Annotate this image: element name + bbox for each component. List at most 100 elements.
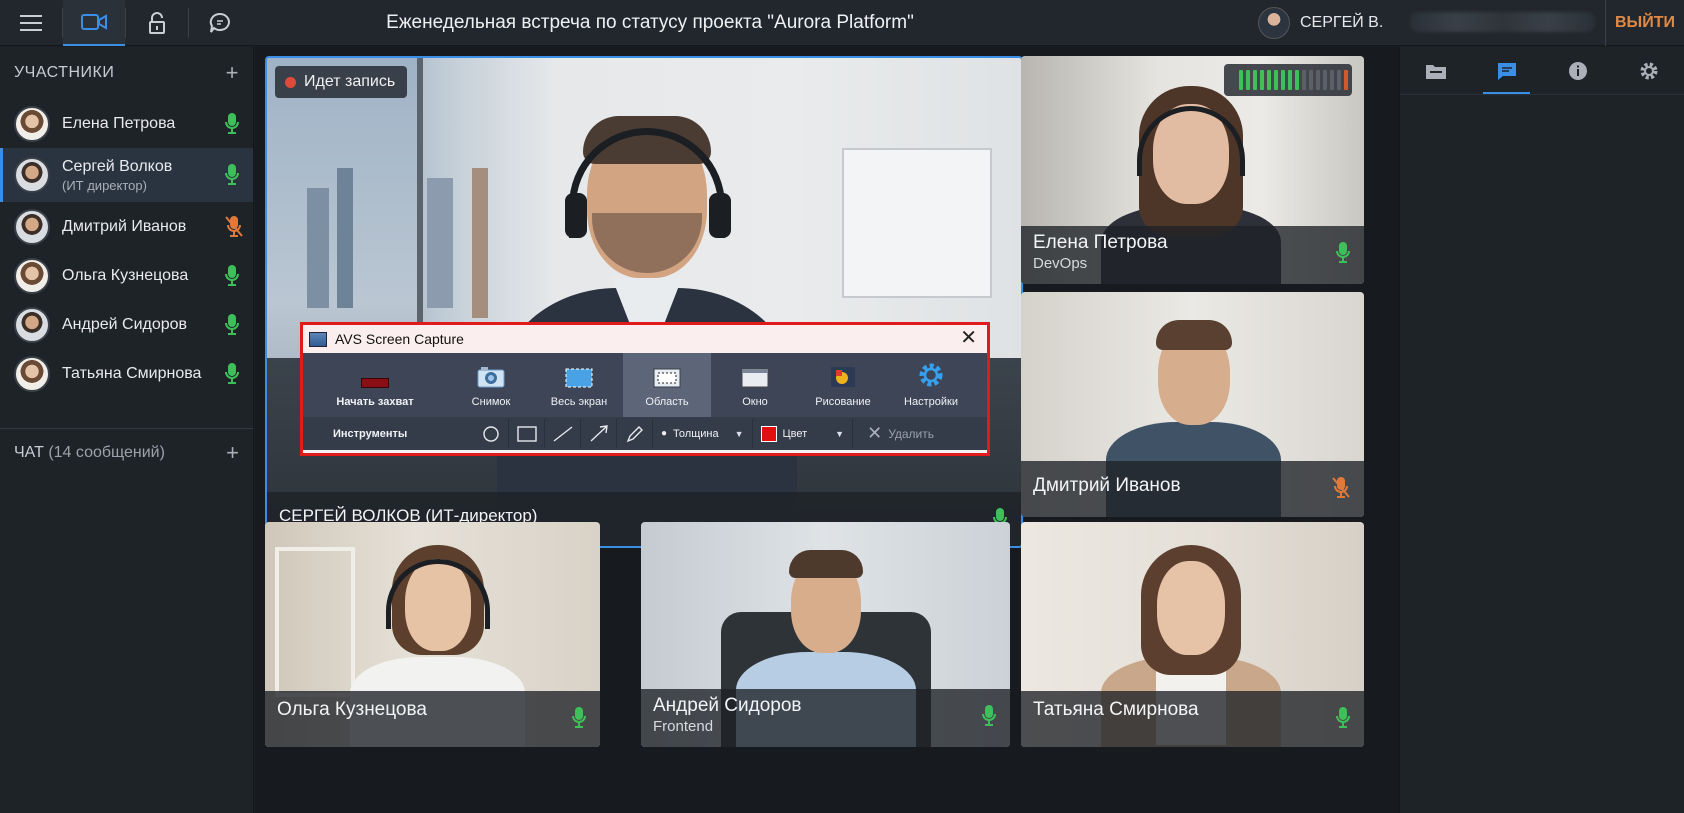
avatar <box>14 157 50 193</box>
close-icon[interactable]: ✕ <box>960 328 977 348</box>
video-tile[interactable]: Татьяна Смирнова <box>1021 522 1364 747</box>
tile-name: Елена Петрова <box>1033 232 1168 253</box>
arrow-icon <box>590 424 608 442</box>
tile-name: Ольга Кузнецова <box>277 699 427 720</box>
participant-item[interactable]: Татьяна Смирнова <box>0 349 253 398</box>
chat-bubble-button[interactable] <box>189 0 251 46</box>
participant-name: Елена Петрова <box>62 114 176 132</box>
avatar <box>14 306 50 343</box>
rectangle-icon <box>516 425 537 442</box>
participant-item[interactable]: Ольга Кузнецова <box>0 251 253 300</box>
record-icon <box>361 378 389 388</box>
video-tile[interactable]: Андрей Сидоров Frontend <box>641 522 1010 747</box>
participant-text: Елена Петрова <box>62 115 225 133</box>
user-name: СЕРГЕЙ В. <box>1300 14 1384 31</box>
settings-button[interactable]: Настройки <box>887 353 975 417</box>
user-menu[interactable]: СЕРГЕЙ В. <box>1258 7 1384 39</box>
mic-muted-icon[interactable] <box>225 215 243 238</box>
tile-name: Андрей Сидоров <box>653 695 802 716</box>
drawing-icon <box>831 367 855 387</box>
chat-header[interactable]: ЧАТ (14 сообщений) + <box>0 429 253 477</box>
mic-on-icon[interactable] <box>225 264 239 287</box>
tab-files[interactable] <box>1400 47 1471 94</box>
participant-name: Андрей Сидоров <box>62 315 188 333</box>
video-camera-button[interactable] <box>63 0 125 46</box>
main-video-tile[interactable]: Идет запись СЕРГЕЙ ВОЛКОВ (ИТ-директор) <box>265 56 1023 548</box>
snapshot-button[interactable]: Снимок <box>447 353 535 417</box>
delete-button[interactable]: ✕ Удалить <box>853 419 942 448</box>
drawing-label: Рисование <box>815 396 871 408</box>
participant-name: Сергей Волков <box>62 157 173 175</box>
volume-bar <box>1267 70 1271 90</box>
pencil-icon <box>626 425 643 442</box>
avatar <box>14 257 50 294</box>
participant-text: Ольга Кузнецова <box>62 267 225 285</box>
tab-info[interactable] <box>1542 47 1613 94</box>
participant-name: Дмитрий Иванов <box>62 217 187 235</box>
ellipse-tool[interactable] <box>473 419 509 448</box>
menu-button[interactable] <box>0 0 62 46</box>
video-tile[interactable]: Ольга Кузнецова <box>265 522 600 747</box>
chat-bubble-icon <box>209 12 230 33</box>
region-button[interactable]: Область <box>623 353 711 417</box>
window-button[interactable]: Окно <box>711 353 799 417</box>
menu-icon <box>20 15 42 31</box>
tab-settings[interactable] <box>1613 47 1684 94</box>
participant-item[interactable]: Сергей Волков (ИТ директор) <box>0 148 253 202</box>
volume-meter <box>1224 64 1352 96</box>
tile-name: Дмитрий Иванов <box>1033 475 1181 496</box>
color-swatch <box>760 425 777 442</box>
right-panel-tabs <box>1400 47 1684 95</box>
right-panel <box>1399 47 1684 813</box>
participant-item[interactable]: Дмитрий Иванов <box>0 202 253 251</box>
exit-button[interactable]: ВЫЙТИ <box>1605 0 1684 46</box>
start-capture-button[interactable]: Начать захват <box>303 353 447 417</box>
participant-item[interactable]: Елена Петрова <box>0 99 253 148</box>
video-tile[interactable]: Дмитрий Иванов <box>1021 292 1364 517</box>
color-dropdown[interactable]: Цвет ▼ <box>753 419 854 448</box>
chevron-down-icon: ▼ <box>734 428 744 439</box>
arrow-tool[interactable] <box>581 419 617 448</box>
rectangle-tool[interactable] <box>509 419 545 448</box>
participants-list: Елена Петрова Сергей Волков (ИТ директор) Д… <box>0 99 253 398</box>
avs-titlebar[interactable]: AVS Screen Capture ✕ <box>303 325 987 353</box>
avs-screen-capture-window: AVS Screen Capture ✕ Начать захват Снимо… <box>300 322 990 456</box>
recording-dot-icon <box>285 76 296 88</box>
video-tile[interactable]: Елена Петрова DevOps <box>1021 56 1364 284</box>
meeting-title: Еженедельная встреча по статусу проекта … <box>386 12 914 33</box>
mic-on-icon[interactable] <box>225 164 239 186</box>
pencil-tool[interactable] <box>617 419 653 448</box>
tile-role: DevOps <box>1033 255 1088 272</box>
tile-role: Frontend <box>653 718 714 735</box>
add-chat-icon[interactable]: + <box>226 440 239 466</box>
mic-on-icon[interactable] <box>225 112 239 135</box>
lock-button[interactable] <box>126 0 188 46</box>
line-tool[interactable] <box>545 419 581 448</box>
tab-chat[interactable] <box>1471 47 1542 94</box>
participants-title: УЧАСТНИКИ <box>14 64 115 81</box>
participant-item[interactable]: Андрей Сидоров <box>0 300 253 349</box>
volume-bar <box>1330 70 1334 90</box>
drawing-button[interactable]: Рисование <box>799 353 887 417</box>
volume-bar <box>1337 70 1341 90</box>
participant-text: Андрей Сидоров <box>62 316 225 334</box>
recording-label: Идет запись <box>304 73 396 90</box>
thickness-dropdown[interactable]: ● Толщина ▼ <box>653 419 753 448</box>
volume-bars <box>1239 70 1348 90</box>
mic-on-icon[interactable] <box>225 313 239 336</box>
mic-on-icon[interactable] <box>225 362 239 385</box>
add-participant-icon[interactable]: + <box>226 60 239 86</box>
tile-nameplate: Елена Петрова DevOps <box>1021 226 1364 284</box>
fullscreen-button[interactable]: Весь экран <box>535 353 623 417</box>
volume-bar <box>1309 70 1313 90</box>
mic-on-icon <box>982 705 996 732</box>
mic-on-icon <box>572 707 586 734</box>
participants-header: УЧАСТНИКИ + <box>0 47 253 99</box>
region-icon <box>653 368 681 388</box>
participant-text: Сергей Волков (ИТ директор) <box>62 158 225 193</box>
participant-role: (ИТ директор) <box>62 177 147 193</box>
participant-text: Татьяна Смирнова <box>62 365 225 383</box>
volume-bar <box>1323 70 1327 90</box>
top-bar: Еженедельная встреча по статусу проекта … <box>0 0 1684 46</box>
volume-bar <box>1344 70 1348 90</box>
